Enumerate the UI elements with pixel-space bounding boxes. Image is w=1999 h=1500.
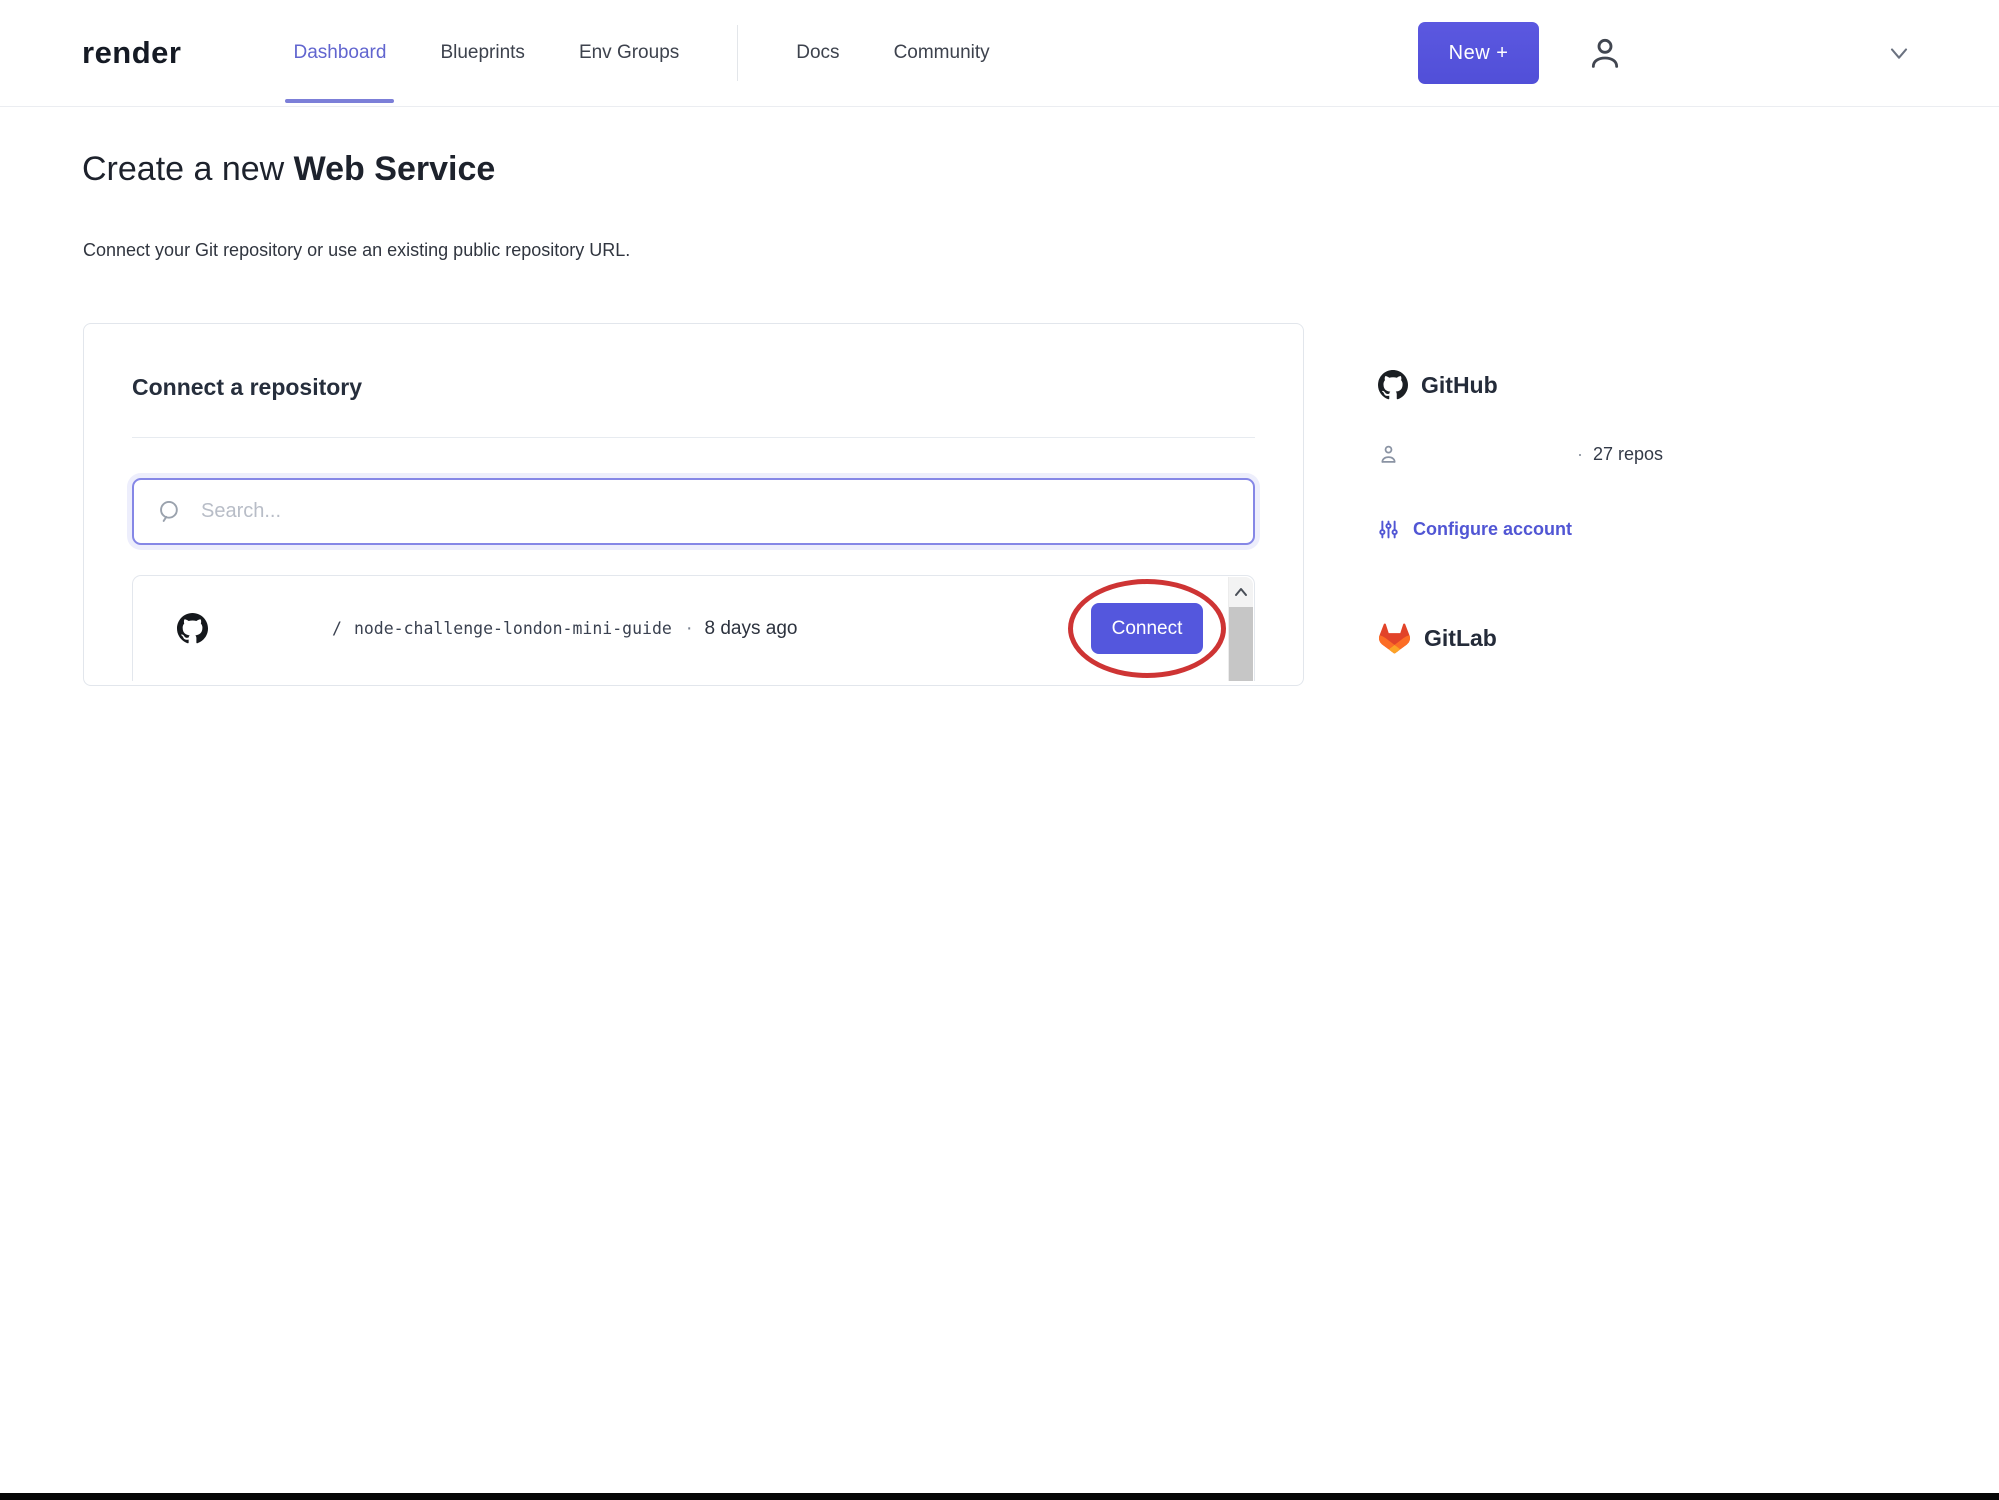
render-create-web-service-page: render Dashboard Blueprints Env Groups D… — [0, 0, 1999, 1500]
git-providers-panel: GitHub · 27 repos Configure account GitL… — [1378, 370, 1938, 654]
repository-list: / node-challenge-london-mini-guide · 8 da… — [132, 575, 1255, 681]
repo-name: node-challenge-london-mini-guide — [353, 619, 672, 638]
page-subtitle: Connect your Git repository or use an ex… — [83, 240, 631, 260]
gitlab-icon — [1378, 623, 1411, 654]
github-repo-icon — [177, 613, 208, 644]
connect-repository-card: Connect a repository /node-challenge-lon — [83, 323, 1304, 686]
card-divider — [132, 437, 1255, 438]
page-title-emphasis: Web Service — [293, 150, 496, 188]
primary-nav: Dashboard Blueprints Env Groups Docs Com… — [285, 0, 990, 106]
search-icon — [156, 498, 183, 525]
repo-path: / node-challenge-london-mini-guide — [332, 619, 672, 638]
repo-list-scrollbar — [1228, 577, 1253, 681]
github-title: GitHub — [1421, 371, 1498, 398]
screenshot-bottom-edge — [0, 1493, 1999, 1500]
repos-count: 27 repos — [1593, 443, 1664, 464]
configure-account-link[interactable]: Configure account — [1378, 518, 1938, 541]
github-account-row: · 27 repos — [1378, 442, 1938, 466]
repository-row[interactable]: / node-challenge-london-mini-guide · 8 da… — [133, 576, 1254, 681]
nav-item-dashboard[interactable]: Dashboard — [285, 0, 395, 106]
user-account-icon[interactable] — [1585, 29, 1627, 77]
chevron-down-icon[interactable] — [1885, 38, 1915, 68]
top-navigation-bar: render Dashboard Blueprints Env Groups D… — [0, 0, 1999, 107]
repo-updated-time: 8 days ago — [704, 617, 798, 639]
search-input[interactable] — [199, 499, 1231, 524]
nav-divider — [737, 25, 739, 81]
card-heading: Connect a repository — [132, 374, 363, 400]
redacted-account-name — [1627, 48, 1885, 58]
nav-right-group: New + — [1418, 22, 1915, 84]
scroll-up-arrow-icon[interactable] — [1229, 577, 1253, 607]
configure-account-label: Configure account — [1413, 519, 1573, 539]
account-meta-dot: · — [1577, 443, 1583, 464]
repo-search-box — [132, 478, 1255, 545]
page-title: Create a new Web Service — [82, 150, 495, 189]
page-title-prefix: Create a new — [82, 150, 294, 188]
repo-path-separator: / — [332, 619, 342, 638]
nav-item-community[interactable]: Community — [894, 0, 990, 106]
scrollbar-thumb[interactable] — [1229, 607, 1253, 681]
nav-item-blueprints[interactable]: Blueprints — [440, 0, 525, 106]
nav-item-env-groups[interactable]: Env Groups — [579, 0, 679, 106]
new-button[interactable]: New + — [1418, 22, 1539, 84]
account-person-icon — [1378, 442, 1399, 466]
render-logo[interactable]: render — [82, 35, 181, 71]
github-icon — [1378, 370, 1408, 400]
gitlab-title: GitLab — [1424, 625, 1497, 651]
gitlab-section-header: GitLab — [1378, 623, 1938, 654]
repo-meta-dot: · — [685, 617, 693, 639]
nav-item-docs[interactable]: Docs — [796, 0, 839, 106]
sliders-icon — [1378, 518, 1399, 541]
connect-button[interactable]: Connect — [1091, 603, 1203, 654]
github-section-header: GitHub — [1378, 370, 1938, 400]
